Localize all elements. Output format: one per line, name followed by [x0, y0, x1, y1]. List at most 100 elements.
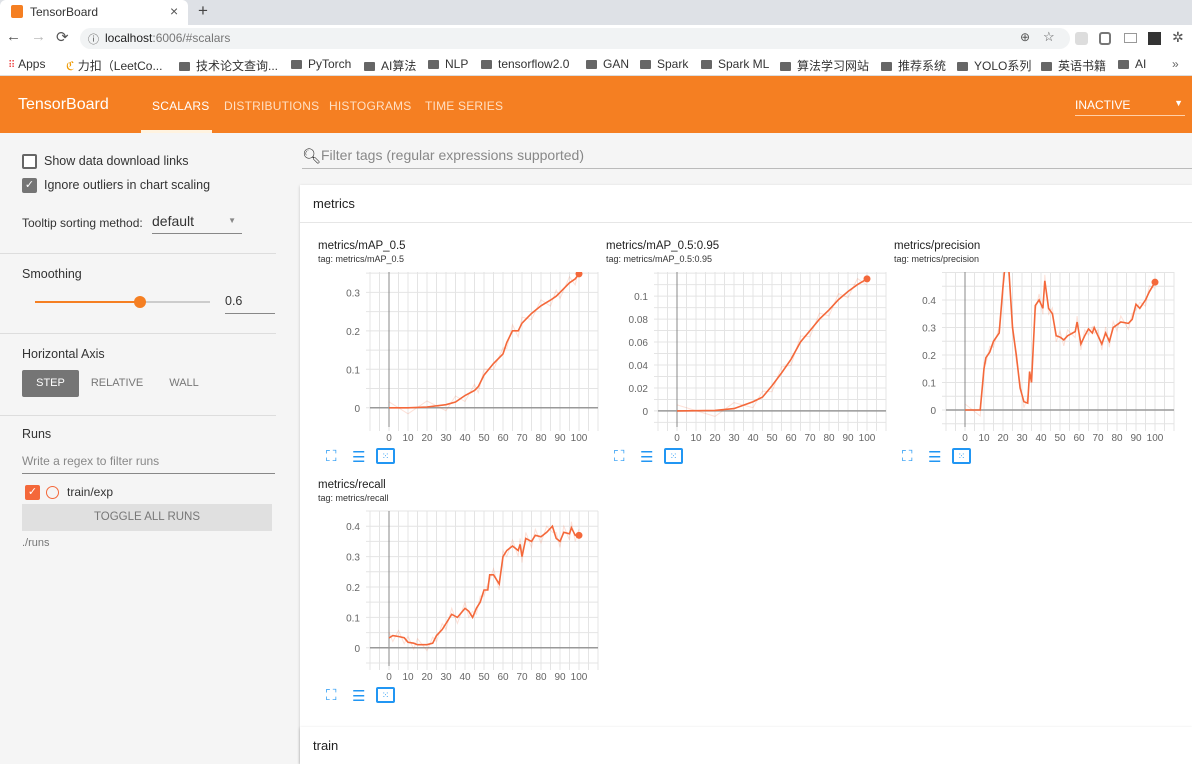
folder-icon [1041, 62, 1052, 71]
x-tick-label: 10 [402, 672, 414, 683]
ignore-outliers-checkbox[interactable]: ✓ [22, 178, 37, 193]
y-tick-label: 0 [930, 406, 936, 417]
smoothing-slider[interactable] [35, 296, 210, 308]
toggle-log-scale-icon[interactable]: ☰ [640, 448, 653, 466]
url-input[interactable]: ⓘ localhost:6006/#scalars ⊕ ☆ [80, 28, 1070, 49]
tab-title: TensorBoard [30, 5, 99, 19]
smoothing-input[interactable]: 0.6 [225, 294, 275, 314]
axis-wall-button[interactable]: WALL [158, 370, 210, 397]
fit-domain-icon[interactable]: ⁙ [952, 448, 971, 464]
reload-icon[interactable]: ⟳ [56, 28, 69, 46]
toggle-log-scale-icon[interactable]: ☰ [352, 687, 365, 705]
x-tick-label: 20 [421, 433, 433, 444]
x-tick-label: 90 [1130, 433, 1142, 444]
settings-gear-icon[interactable]: ✲ [1172, 29, 1184, 46]
zoom-icon[interactable]: ⊕ [1020, 30, 1030, 44]
metrics-section: metrics metrics/mAP_0.5 tag: metrics/mAP… [300, 185, 1192, 764]
leetcode-icon: ℭ [66, 59, 78, 73]
y-tick-label: 0.4 [922, 296, 936, 307]
back-icon[interactable]: ← [6, 28, 21, 45]
extension-icon[interactable] [1075, 32, 1088, 45]
new-tab-button[interactable]: + [198, 1, 208, 21]
y-tick-label: 0.2 [346, 327, 360, 338]
browser-tab[interactable]: TensorBoard × [0, 0, 188, 25]
tab-time-series[interactable]: TIME SERIES [425, 99, 503, 113]
x-tick-label: 80 [823, 433, 835, 444]
bookmark-apps[interactable]: ⠿ Apps [8, 57, 45, 71]
bookmark-folder[interactable]: tensorflow2.0 [481, 57, 569, 71]
tab-scalars[interactable]: SCALARS [152, 99, 209, 113]
bookmark-folder[interactable]: YOLO系列 [957, 57, 1031, 74]
bookmark-folder[interactable]: AI [1118, 57, 1146, 71]
toggle-all-runs-button[interactable]: TOGGLE ALL RUNS [22, 504, 272, 531]
fit-domain-icon[interactable]: ⁙ [664, 448, 683, 464]
runs-filter-input[interactable]: Write a regex to filter runs [22, 454, 275, 474]
fit-domain-icon[interactable]: ⁙ [376, 687, 395, 703]
y-tick-label: 0 [354, 404, 360, 415]
bookmark-folder[interactable]: Spark [640, 57, 688, 71]
smoothing-slider-handle[interactable] [134, 296, 146, 308]
fullscreen-icon[interactable]: ⛶ [902, 448, 913, 465]
brand-title: TensorBoard [18, 96, 109, 113]
forward-icon[interactable]: → [31, 28, 46, 45]
fullscreen-icon[interactable]: ⛶ [326, 448, 337, 465]
x-tick-label: 80 [1111, 433, 1123, 444]
tooltip-sorting-value: default [152, 213, 195, 229]
y-tick-label: 0.2 [922, 351, 936, 362]
section-title-train[interactable]: train [313, 738, 338, 753]
y-tick-label: 0.08 [629, 315, 649, 326]
tab-histograms[interactable]: HISTOGRAMS [329, 99, 411, 113]
bookmark-leetcode[interactable]: ℭ 力扣（LeetCo... [66, 57, 162, 74]
dropdown-arrow-icon: ▼ [1174, 98, 1183, 108]
toggle-log-scale-icon[interactable]: ☰ [352, 448, 365, 466]
section-title-metrics[interactable]: metrics [313, 196, 355, 211]
bookmark-folder[interactable]: NLP [428, 57, 468, 71]
x-tick-label: 40 [1035, 433, 1047, 444]
bookmark-folder[interactable]: 技术论文查询... [179, 57, 278, 74]
run-checkbox[interactable]: ✓ [25, 485, 40, 500]
x-tick-label: 60 [785, 433, 797, 444]
more-bookmarks-button[interactable]: » [1172, 57, 1179, 71]
bookmark-folder[interactable]: PyTorch [291, 57, 351, 71]
folder-icon [640, 60, 651, 69]
bookmark-folder[interactable]: 英语书籍 [1041, 57, 1106, 74]
x-tick-label: 30 [728, 433, 740, 444]
bookmark-folder[interactable]: 推荐系统 [881, 57, 946, 74]
bookmark-folder[interactable]: Spark ML [701, 57, 769, 71]
x-tick-label: 80 [535, 672, 547, 683]
show-download-links-checkbox[interactable] [22, 154, 37, 169]
y-tick-label: 0.04 [629, 361, 649, 372]
tag-filter-input[interactable]: Filter tags (regular expressions support… [302, 147, 1192, 169]
extension-icon[interactable] [1148, 32, 1161, 45]
chart-svg: 0 0.1 0.2 0.3 0 10 20 30 40 50 60 70 80 90 100 [346, 272, 599, 444]
bookmark-star-icon[interactable]: ☆ [1043, 29, 1055, 45]
x-tick-label: 30 [440, 672, 452, 683]
extension-icon[interactable] [1124, 33, 1137, 43]
axis-step-button[interactable]: STEP [22, 370, 79, 397]
train-section: train [300, 727, 1192, 764]
run-color-circle-icon[interactable] [46, 486, 59, 499]
close-tab-icon[interactable]: × [170, 3, 178, 19]
x-tick-label: 10 [402, 433, 414, 444]
toggle-log-scale-icon[interactable]: ☰ [928, 448, 941, 466]
x-tick-label: 70 [1092, 433, 1104, 444]
x-tick-label: 40 [459, 433, 471, 444]
x-tick-label: 40 [459, 672, 471, 683]
x-tick-label: 0 [674, 433, 680, 444]
bookmark-folder[interactable]: AI算法 [364, 57, 416, 74]
folder-icon [780, 62, 791, 71]
tooltip-sorting-select[interactable]: default ▼ [152, 213, 242, 234]
x-tick-label: 90 [554, 433, 566, 444]
fullscreen-icon[interactable]: ⛶ [326, 687, 337, 704]
extension-icon[interactable] [1099, 32, 1111, 45]
fullscreen-icon[interactable]: ⛶ [614, 448, 625, 465]
last-point-marker [575, 531, 583, 539]
bookmark-folder[interactable]: 算法学习网站 [780, 57, 869, 74]
divider [0, 415, 276, 416]
fit-domain-icon[interactable]: ⁙ [376, 448, 395, 464]
series-group [388, 272, 583, 415]
bookmark-folder[interactable]: GAN [586, 57, 629, 71]
run-status-select[interactable]: INACTIVE ▼ [1075, 96, 1185, 116]
tab-distributions[interactable]: DISTRIBUTIONS [224, 99, 319, 113]
axis-relative-button[interactable]: RELATIVE [86, 370, 148, 397]
